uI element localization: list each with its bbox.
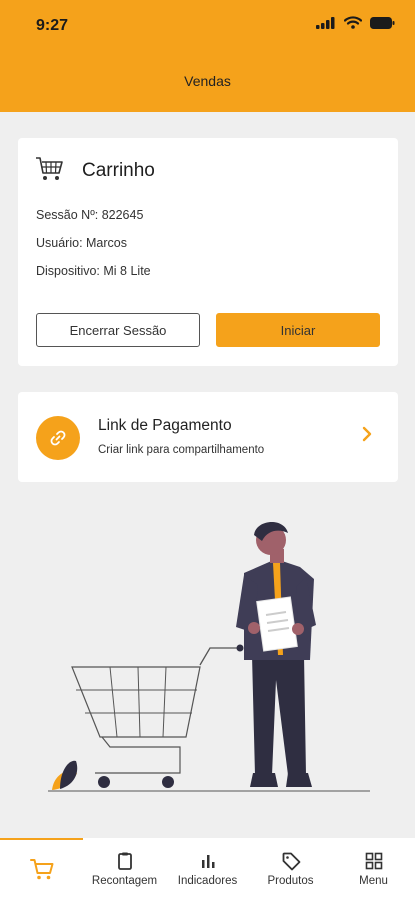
app-header: 9:27 Vendas	[0, 0, 415, 112]
status-icons	[316, 16, 395, 29]
nav-label-menu: Menu	[359, 875, 388, 887]
link-icon-badge	[36, 416, 80, 460]
tag-icon	[282, 852, 300, 871]
signal-icon	[316, 16, 335, 29]
nav-label-recontagem: Recontagem	[91, 875, 158, 887]
nav-item-cart[interactable]	[0, 838, 83, 900]
shopping-cart-icon	[36, 157, 63, 180]
wifi-icon	[344, 16, 362, 29]
clipboard-icon	[117, 852, 132, 870]
bar-chart-icon	[201, 855, 214, 868]
page-title: Vendas	[184, 73, 231, 89]
cart-card: Carrinho Sessão Nº: 822645 Usuário: Marc…	[18, 138, 398, 366]
bottom-nav: Recontagem Indicadores Produtos Menu	[0, 838, 415, 900]
nav-label-produtos: Produtos	[267, 875, 314, 887]
payment-link-subtitle: Criar link para compartilhamento	[98, 444, 265, 456]
nav-label-indicadores: Indicadores	[177, 875, 238, 887]
device-name: Dispositivo: Mi 8 Lite	[36, 264, 151, 278]
nav-item-menu[interactable]: Menu	[332, 838, 415, 900]
user-name: Usuário: Marcos	[36, 236, 127, 250]
status-time: 9:27	[36, 17, 69, 34]
payment-link-card[interactable]: Link de Pagamento Criar link para compar…	[18, 392, 398, 482]
shopping-illustration	[48, 521, 370, 792]
payment-link-title: Link de Pagamento	[98, 417, 232, 434]
nav-item-recontagem[interactable]: Recontagem	[83, 838, 166, 900]
nav-item-produtos[interactable]: Produtos	[249, 838, 332, 900]
cart-title: Carrinho	[82, 160, 155, 181]
end-session-button[interactable]: Encerrar Sessão	[36, 313, 200, 347]
start-button[interactable]: Iniciar	[216, 313, 380, 347]
cart-icon	[29, 859, 53, 880]
link-icon	[50, 430, 66, 446]
session-number: Sessão Nº: 822645	[36, 208, 144, 222]
chevron-right-icon	[362, 426, 372, 442]
nav-item-indicadores[interactable]: Indicadores	[166, 838, 249, 900]
battery-icon	[370, 16, 395, 29]
grid-icon	[365, 852, 382, 870]
